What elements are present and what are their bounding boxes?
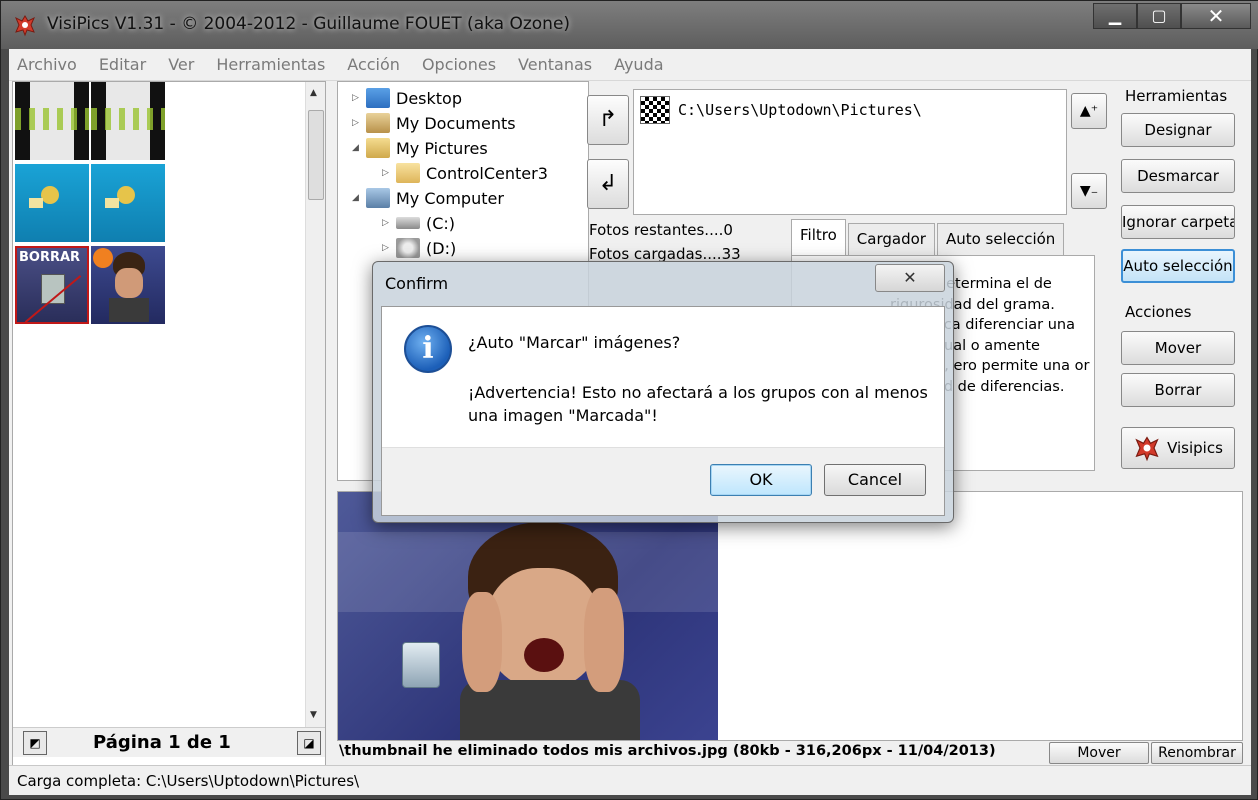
dialog-title: Confirm — [385, 274, 449, 293]
tab-filtro[interactable]: Filtro — [791, 219, 846, 255]
dialog-close-button[interactable]: ✕ — [875, 264, 945, 292]
recycle-bin-icon — [402, 642, 440, 688]
thumbnail-scrollbar[interactable]: ▲ ▼ — [305, 82, 325, 727]
ok-button[interactable]: OK — [710, 464, 812, 496]
preview-photo — [338, 492, 718, 740]
tree-item-my-computer[interactable]: ◢ My Computer — [352, 186, 504, 210]
visipics-logo-icon — [1135, 436, 1159, 462]
documents-icon — [366, 113, 390, 133]
preview-renombrar-button[interactable]: Renombrar — [1151, 742, 1243, 764]
mover-button[interactable]: Mover — [1121, 331, 1235, 365]
title-bar[interactable]: VisiPics V1.31 - © 2004-2012 - Guillaume… — [1, 1, 1258, 49]
tree-item-drive-d[interactable]: ▷ (D:) — [382, 236, 456, 260]
dialog-question: ¿Auto "Marcar" imágenes? — [468, 333, 681, 352]
checkered-flag-icon — [640, 96, 670, 124]
tab-cargador[interactable]: Cargador — [847, 223, 935, 255]
close-button[interactable]: ✕ — [1181, 3, 1251, 29]
options-tabs: Filtro Cargador Auto selección — [791, 219, 1066, 255]
preview-mover-button[interactable]: Mover — [1049, 742, 1149, 764]
desmarcar-button[interactable]: Desmarcar — [1121, 159, 1235, 193]
page-label: Página 1 de 1 — [93, 732, 231, 753]
menu-bar: Archivo Editar Ver Herramientas Acción O… — [9, 49, 1251, 81]
drive-icon — [396, 217, 420, 229]
confirm-dialog: Confirm ✕ i ¿Auto "Marcar" imágenes? ¡Ad… — [372, 261, 954, 523]
info-icon: i — [404, 325, 452, 373]
pictures-folder-icon — [366, 138, 390, 158]
folder-list[interactable]: C:\Users\Uptodown\Pictures\ — [633, 89, 1067, 215]
collapse-arrow-icon[interactable]: ◢ — [352, 143, 366, 153]
folder-entry[interactable]: C:\Users\Uptodown\Pictures\ — [640, 96, 922, 124]
cancel-button[interactable]: Cancel — [824, 464, 926, 496]
delete-label: BORRAR — [19, 250, 81, 265]
file-info: \thumbnail he eliminado todos mis archiv… — [339, 743, 996, 759]
pager: ◩ Página 1 de 1 ◪ — [13, 727, 325, 757]
tree-item-drive-c[interactable]: ▷ (C:) — [382, 211, 455, 235]
thumbnail-2[interactable] — [91, 82, 165, 160]
expand-arrow-icon[interactable]: ▷ — [352, 118, 366, 128]
move-down-button[interactable]: ▼₋ — [1071, 173, 1107, 209]
tree-item-my-pictures[interactable]: ◢ My Pictures — [352, 136, 488, 160]
ignorar-carpeta-button[interactable]: Ignorar carpeta — [1121, 205, 1235, 239]
thumbnail-4[interactable] — [91, 164, 165, 242]
visipics-button[interactable]: Visipics — [1121, 427, 1235, 469]
borrar-button[interactable]: Borrar — [1121, 373, 1235, 407]
thumbnail-5-marked[interactable]: BORRAR — [15, 246, 89, 324]
desktop-icon — [366, 88, 390, 108]
tree-item-controlcenter3[interactable]: ▷ ControlCenter3 — [382, 161, 548, 185]
tree-item-my-documents[interactable]: ▷ My Documents — [352, 111, 516, 135]
tree-item-desktop[interactable]: ▷ Desktop — [352, 86, 462, 110]
status-bar: Carga completa: C:\Users\Uptodown\Pictur… — [9, 765, 1251, 795]
computer-icon — [366, 188, 390, 208]
maximize-button[interactable]: ▢ — [1137, 3, 1181, 29]
image-preview[interactable] — [337, 491, 1243, 741]
minimize-button[interactable]: ▁ — [1093, 3, 1137, 29]
scroll-down-icon[interactable]: ▼ — [310, 710, 317, 720]
dialog-warning: ¡Advertencia! Esto no afectará a los gru… — [468, 383, 928, 425]
app-window: VisiPics V1.31 - © 2004-2012 - Guillaume… — [0, 0, 1258, 800]
collapse-arrow-icon[interactable]: ◢ — [352, 193, 366, 203]
remaining-photos: Fotos restantes....0 — [589, 221, 733, 239]
selection-marker-icon — [93, 248, 113, 268]
menu-editar[interactable]: Editar — [99, 55, 146, 74]
expand-arrow-icon[interactable]: ▷ — [352, 93, 366, 103]
scrollbar-thumb[interactable] — [308, 110, 324, 200]
expand-arrow-icon[interactable]: ▷ — [382, 168, 396, 178]
remove-folder-button[interactable]: ↲ — [587, 159, 629, 209]
move-up-button[interactable]: ▲⁺ — [1071, 93, 1107, 129]
designar-button[interactable]: Designar — [1121, 113, 1235, 147]
menu-accion[interactable]: Acción — [347, 55, 400, 74]
menu-ver[interactable]: Ver — [168, 55, 194, 74]
menu-ayuda[interactable]: Ayuda — [614, 55, 663, 74]
window-title: VisiPics V1.31 - © 2004-2012 - Guillaume… — [47, 14, 571, 34]
auto-seleccion-button[interactable]: Auto selección — [1121, 249, 1235, 283]
menu-herramientas[interactable]: Herramientas — [216, 55, 325, 74]
scroll-up-icon[interactable]: ▲ — [310, 88, 317, 98]
dialog-footer: OK Cancel — [382, 447, 944, 515]
menu-opciones[interactable]: Opciones — [422, 55, 496, 74]
tools-group-label: Herramientas — [1125, 87, 1228, 105]
file-info-bar: \thumbnail he eliminado todos mis archiv… — [337, 741, 1243, 765]
menu-archivo[interactable]: Archivo — [17, 55, 77, 74]
add-folder-button[interactable]: ↱ — [587, 95, 629, 145]
dialog-body: i ¿Auto "Marcar" imágenes? ¡Advertencia!… — [381, 306, 945, 516]
tab-auto-seleccion[interactable]: Auto selección — [936, 223, 1065, 255]
thumbnail-1[interactable] — [15, 82, 89, 160]
next-page-button[interactable]: ◪ — [297, 731, 321, 755]
visipics-logo-icon — [15, 15, 35, 37]
prev-page-button[interactable]: ◩ — [23, 731, 47, 755]
folder-icon — [396, 163, 420, 183]
menu-ventanas[interactable]: Ventanas — [518, 55, 592, 74]
expand-arrow-icon[interactable]: ▷ — [382, 218, 396, 228]
actions-group-label: Acciones — [1125, 303, 1192, 321]
expand-arrow-icon[interactable]: ▷ — [382, 243, 396, 253]
dvd-drive-icon — [396, 238, 420, 258]
thumbnail-3[interactable] — [15, 164, 89, 242]
thumbnail-panel[interactable]: BORRAR ▲ ▼ ◩ Página 1 de 1 ◪ — [12, 81, 326, 775]
